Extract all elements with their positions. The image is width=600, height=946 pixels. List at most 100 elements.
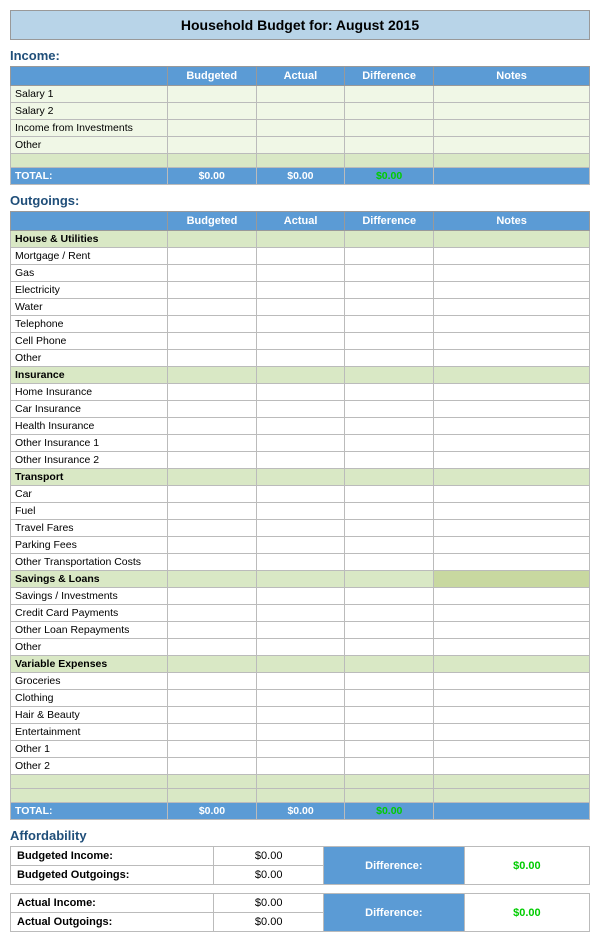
notes-cell[interactable] <box>434 248 590 265</box>
actual-cell[interactable] <box>256 758 344 775</box>
budgeted-cell[interactable] <box>168 639 257 656</box>
notes-cell[interactable] <box>434 605 590 622</box>
row-label: Credit Card Payments <box>11 605 168 622</box>
budgeted-cell[interactable] <box>168 673 257 690</box>
income-budgeted[interactable] <box>167 120 256 137</box>
notes-cell[interactable] <box>434 741 590 758</box>
budgeted-cell[interactable] <box>168 707 257 724</box>
budgeted-outgoings-value[interactable]: $0.00 <box>214 866 324 885</box>
budgeted-cell[interactable] <box>168 248 257 265</box>
income-budgeted[interactable] <box>167 86 256 103</box>
notes-cell[interactable] <box>434 724 590 741</box>
actual-cell[interactable] <box>256 486 344 503</box>
notes-cell[interactable] <box>434 554 590 571</box>
notes-cell[interactable] <box>434 673 590 690</box>
income-actual[interactable] <box>256 137 344 154</box>
difference-cell <box>345 282 434 299</box>
actual-cell[interactable] <box>256 282 344 299</box>
actual-cell[interactable] <box>256 554 344 571</box>
income-notes[interactable] <box>434 137 590 154</box>
notes-cell[interactable] <box>434 316 590 333</box>
notes-cell[interactable] <box>434 452 590 469</box>
actual-cell[interactable] <box>256 316 344 333</box>
budgeted-cell[interactable] <box>168 690 257 707</box>
income-budgeted[interactable] <box>167 103 256 120</box>
budgeted-cell[interactable] <box>168 350 257 367</box>
budgeted-cell[interactable] <box>168 622 257 639</box>
income-notes[interactable] <box>434 103 590 120</box>
budgeted-cell[interactable] <box>168 486 257 503</box>
actual-cell[interactable] <box>256 503 344 520</box>
actual-cell[interactable] <box>256 435 344 452</box>
notes-cell[interactable] <box>434 299 590 316</box>
budgeted-cell[interactable] <box>168 435 257 452</box>
budgeted-cell[interactable] <box>168 503 257 520</box>
income-notes[interactable] <box>434 120 590 137</box>
actual-cell[interactable] <box>256 248 344 265</box>
income-actual[interactable] <box>256 103 344 120</box>
budgeted-cell[interactable] <box>168 265 257 282</box>
budgeted-cell[interactable] <box>168 418 257 435</box>
actual-cell[interactable] <box>256 418 344 435</box>
budgeted-cell[interactable] <box>168 316 257 333</box>
budgeted-cell[interactable] <box>168 282 257 299</box>
budgeted-cell[interactable] <box>168 588 257 605</box>
actual-cell[interactable] <box>256 299 344 316</box>
notes-cell[interactable] <box>434 503 590 520</box>
income-actual[interactable] <box>256 120 344 137</box>
notes-cell[interactable] <box>434 639 590 656</box>
table-row: Other Loan Repayments <box>11 622 590 639</box>
actual-cell[interactable] <box>256 605 344 622</box>
actual-cell[interactable] <box>256 350 344 367</box>
budgeted-cell[interactable] <box>168 520 257 537</box>
notes-cell[interactable] <box>434 622 590 639</box>
actual-cell[interactable] <box>256 622 344 639</box>
notes-cell[interactable] <box>434 282 590 299</box>
budgeted-cell[interactable] <box>168 724 257 741</box>
budgeted-cell[interactable] <box>168 758 257 775</box>
notes-cell[interactable] <box>434 435 590 452</box>
actual-outgoings-value[interactable]: $0.00 <box>214 913 324 932</box>
notes-cell[interactable] <box>434 588 590 605</box>
actual-cell[interactable] <box>256 707 344 724</box>
notes-cell[interactable] <box>434 537 590 554</box>
actual-cell[interactable] <box>256 333 344 350</box>
notes-cell[interactable] <box>434 350 590 367</box>
budgeted-cell[interactable] <box>168 741 257 758</box>
notes-cell[interactable] <box>434 384 590 401</box>
actual-cell[interactable] <box>256 520 344 537</box>
budgeted-income-value[interactable]: $0.00 <box>214 847 324 866</box>
notes-cell[interactable] <box>434 418 590 435</box>
notes-cell[interactable] <box>434 520 590 537</box>
budgeted-cell[interactable] <box>168 401 257 418</box>
actual-cell[interactable] <box>256 384 344 401</box>
budgeted-cell[interactable] <box>168 384 257 401</box>
budgeted-cell[interactable] <box>168 537 257 554</box>
notes-cell[interactable] <box>434 401 590 418</box>
budgeted-cell[interactable] <box>168 452 257 469</box>
notes-cell[interactable] <box>434 265 590 282</box>
notes-cell[interactable] <box>434 486 590 503</box>
actual-cell[interactable] <box>256 741 344 758</box>
income-notes[interactable] <box>434 86 590 103</box>
budgeted-cell[interactable] <box>168 554 257 571</box>
income-actual[interactable] <box>256 86 344 103</box>
budgeted-cell[interactable] <box>168 333 257 350</box>
actual-income-value[interactable]: $0.00 <box>214 894 324 913</box>
budgeted-cell[interactable] <box>168 299 257 316</box>
notes-cell[interactable] <box>434 758 590 775</box>
notes-cell[interactable] <box>434 333 590 350</box>
notes-cell[interactable] <box>434 707 590 724</box>
actual-cell[interactable] <box>256 452 344 469</box>
actual-cell[interactable] <box>256 690 344 707</box>
income-budgeted[interactable] <box>167 137 256 154</box>
actual-cell[interactable] <box>256 673 344 690</box>
actual-cell[interactable] <box>256 639 344 656</box>
actual-cell[interactable] <box>256 401 344 418</box>
notes-cell[interactable] <box>434 690 590 707</box>
budgeted-cell[interactable] <box>168 605 257 622</box>
actual-cell[interactable] <box>256 724 344 741</box>
actual-cell[interactable] <box>256 265 344 282</box>
actual-cell[interactable] <box>256 537 344 554</box>
actual-cell[interactable] <box>256 588 344 605</box>
